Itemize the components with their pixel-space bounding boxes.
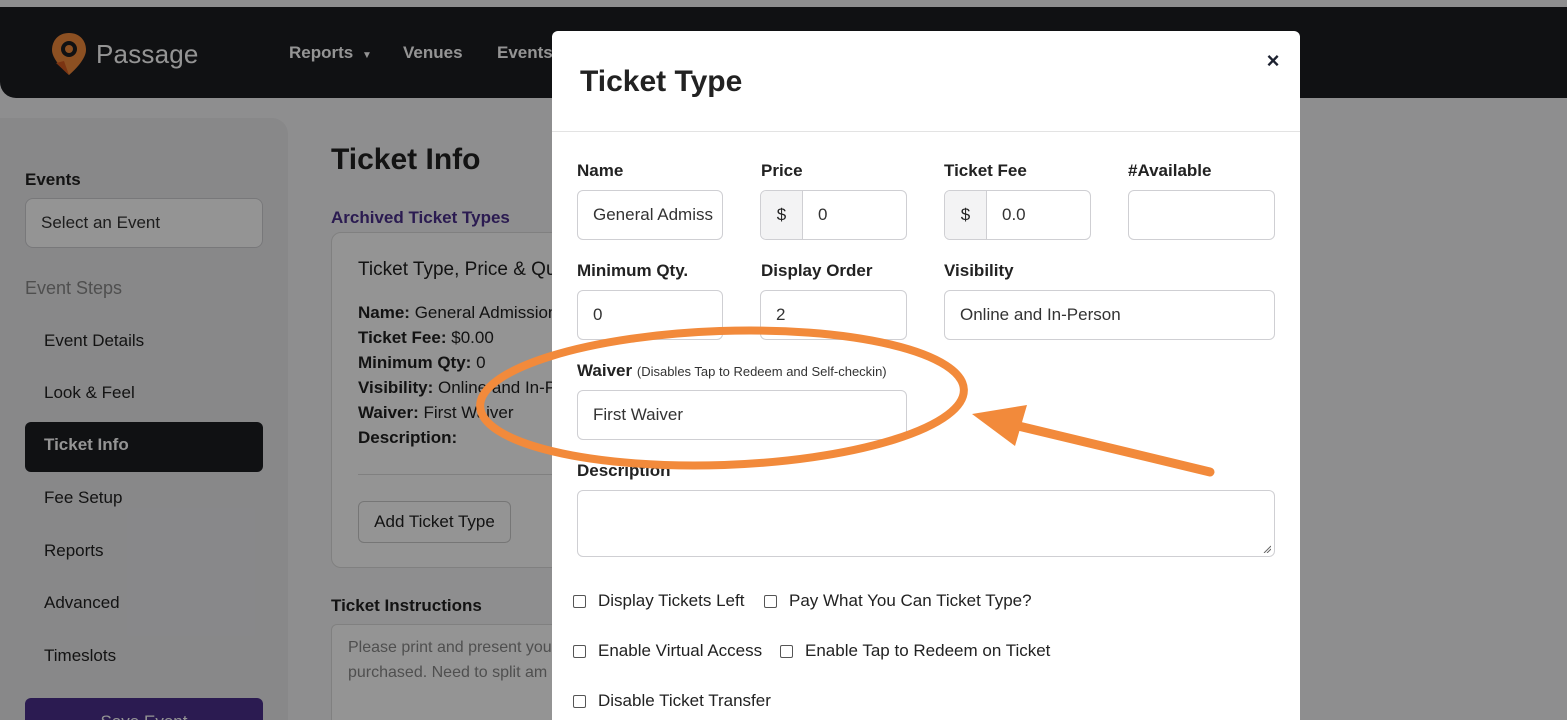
disable-ticket-transfer-checkbox[interactable]	[573, 694, 586, 708]
description-label: Description	[577, 461, 671, 480]
enable-tap-to-redeem-label: Enable Tap to Redeem on Ticket	[805, 641, 1051, 660]
visibility-label: Visibility	[944, 261, 1014, 280]
ticket-fee-input[interactable]: 0.0	[987, 191, 1041, 239]
display-tickets-left-label: Display Tickets Left	[598, 591, 745, 610]
min-qty-label: Minimum Qty.	[577, 261, 689, 280]
price-currency-addon: $	[761, 191, 803, 239]
available-label: #Available	[1128, 161, 1212, 180]
waiver-note: (Disables Tap to Redeem and Self-checkin…	[636, 364, 887, 379]
enable-tap-to-redeem-checkbox[interactable]	[780, 644, 793, 658]
enable-virtual-access-label: Enable Virtual Access	[598, 641, 763, 660]
ticket-fee-label: Ticket Fee	[944, 161, 1027, 180]
price-input[interactable]: 0	[803, 191, 842, 239]
pay-what-you-can-checkbox[interactable]	[764, 594, 777, 608]
waiver-select[interactable]: First Waiver	[577, 390, 907, 440]
available-input[interactable]	[1128, 190, 1275, 240]
close-icon[interactable]: ×	[1264, 48, 1282, 74]
price-label: Price	[761, 161, 803, 180]
name-label: Name	[577, 161, 624, 180]
waiver-label-row: Waiver (Disables Tap to Redeem and Self-…	[577, 361, 887, 381]
modal-title: Ticket Type	[580, 65, 743, 98]
name-input[interactable]: General Admiss	[577, 190, 723, 240]
enable-virtual-access-checkbox[interactable]	[573, 644, 586, 658]
price-input-group: $ 0	[760, 190, 907, 240]
waiver-label: Waiver	[577, 361, 633, 380]
display-tickets-left-option[interactable]: Display Tickets Left	[573, 591, 744, 611]
min-qty-input[interactable]: 0	[577, 290, 723, 340]
resize-grip-icon[interactable]	[1263, 545, 1271, 553]
disable-ticket-transfer-option[interactable]: Disable Ticket Transfer	[573, 691, 771, 711]
pay-what-you-can-option[interactable]: Pay What You Can Ticket Type?	[764, 591, 1032, 611]
enable-tap-to-redeem-option[interactable]: Enable Tap to Redeem on Ticket	[780, 641, 1050, 661]
ticket-fee-input-group: $ 0.0	[944, 190, 1091, 240]
pay-what-you-can-label: Pay What You Can Ticket Type?	[789, 591, 1032, 610]
ticket-fee-currency-addon: $	[945, 191, 987, 239]
ticket-type-modal: Ticket Type × Name General Admiss Price …	[552, 31, 1300, 720]
description-textarea[interactable]	[577, 490, 1275, 557]
modal-header: Ticket Type ×	[552, 31, 1300, 132]
visibility-select[interactable]: Online and In-Person	[944, 290, 1275, 340]
display-tickets-left-checkbox[interactable]	[573, 594, 586, 608]
disable-ticket-transfer-label: Disable Ticket Transfer	[598, 691, 771, 710]
display-order-input[interactable]: 2	[760, 290, 907, 340]
display-order-label: Display Order	[761, 261, 873, 280]
enable-virtual-access-option[interactable]: Enable Virtual Access	[573, 641, 762, 661]
